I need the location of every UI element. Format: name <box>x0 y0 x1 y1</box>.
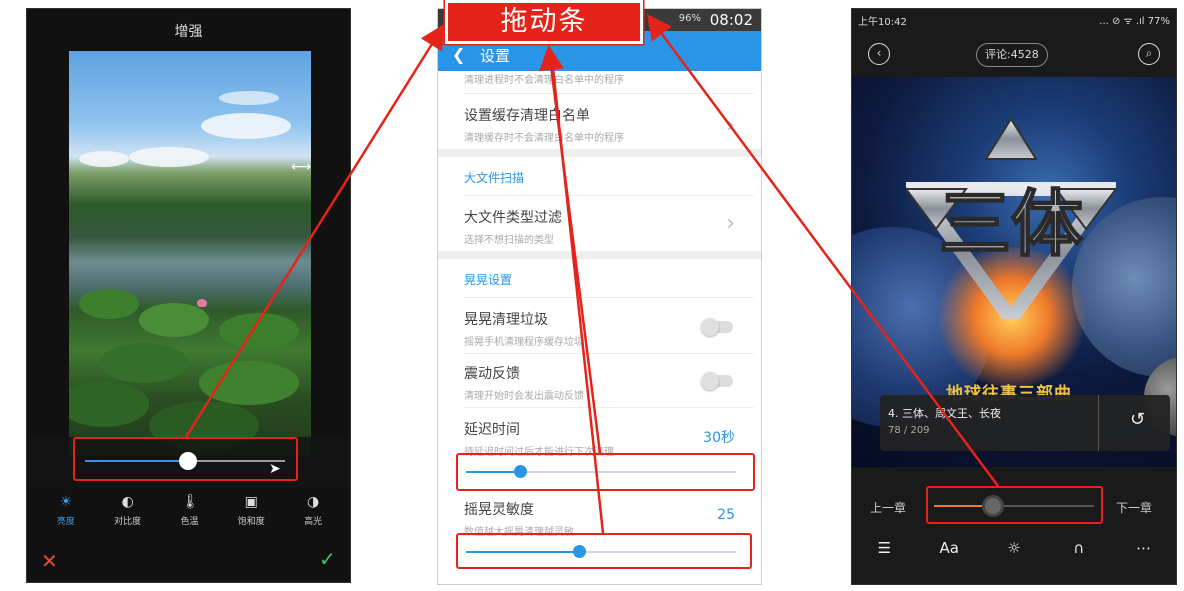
lotus-flower <box>197 299 207 307</box>
list-icon[interactable]: ☰ <box>869 539 899 557</box>
highlight-box-enhance-slider <box>73 437 298 481</box>
highlight-box-sensitivity-slider <box>456 533 752 569</box>
reader-status-icons: ... ⊘ ᯤ .ıl 77% <box>1099 16 1170 27</box>
highlight-box-reader-slider <box>926 486 1103 524</box>
settings-row-cache-whitelist[interactable]: 设置缓存清理白名单 清理缓存时不会清理白名单中的程序 <box>464 105 754 144</box>
photo-enhance-screen: 增强 ⟷ ➤ ☀ 亮度 ◐ 对比度 🌡 色温 ▣ 饱和度 ◑ 高光 ✕ ✓ <box>26 8 351 583</box>
settings-title: 设置 <box>480 47 511 65</box>
comments-button[interactable]: 评论:4528 <box>976 43 1048 67</box>
highlight-box-delay-slider <box>456 453 755 491</box>
tool-label: 色温 <box>180 517 199 527</box>
chevron-right-icon: › <box>726 211 735 236</box>
tool-label: 对比度 <box>114 517 142 527</box>
enhance-toolbar: ☀ 亮度 ◐ 对比度 🌡 色温 ▣ 饱和度 ◑ 高光 <box>27 494 350 527</box>
chapter-position: 78 / 209 <box>888 425 930 436</box>
shake-clean-toggle[interactable] <box>701 318 733 336</box>
settings-row-filetype-filter[interactable]: 大文件类型过滤 选择不想扫描的类型 <box>464 207 754 246</box>
delay-value: 30秒 <box>703 430 735 446</box>
undo-icon[interactable]: ↺ <box>1130 409 1145 430</box>
reader-progress-panel <box>852 467 1176 584</box>
comparison-canvas: 增强 ⟷ ➤ ☀ 亮度 ◐ 对比度 🌡 色温 ▣ 饱和度 ◑ 高光 ✕ ✓ 96… <box>0 0 1184 591</box>
row-subtitle: 选择不想扫描的类型 <box>464 235 554 246</box>
tool-temperature[interactable]: 🌡 色温 <box>163 494 215 527</box>
row-title: 大文件类型过滤 <box>464 210 562 226</box>
photo-preview <box>69 51 311 456</box>
tool-contrast[interactable]: ◐ 对比度 <box>102 494 154 527</box>
battery-level: 96% <box>678 13 701 24</box>
tool-label: 高光 <box>304 517 323 527</box>
chapter-info-card: 4. 三体、周文王、长夜 78 / 209 ↺ <box>880 395 1170 451</box>
back-arrow-icon[interactable]: ❮ <box>452 45 465 64</box>
cancel-icon[interactable]: ✕ <box>41 549 58 573</box>
search-icon[interactable]: ⌕ <box>1138 43 1160 65</box>
brightness-icon[interactable]: ☼ <box>999 539 1029 557</box>
sensitivity-value: 25 <box>717 507 735 523</box>
section-large-files: 大文件扫描 <box>464 171 525 185</box>
resize-cursor-icon: ⟷ <box>291 159 312 175</box>
font-size-icon[interactable]: Aa <box>934 539 964 557</box>
highlight-icon: ◑ <box>306 494 320 510</box>
thermometer-icon: 🌡 <box>181 494 200 510</box>
tool-brightness[interactable]: ☀ 亮度 <box>40 494 92 527</box>
contrast-icon: ◐ <box>121 494 134 510</box>
settings-screen: 96% 08:02 ❮ 设置 清理进程时不会清理白名单中的程序 设置缓存清理白名… <box>437 8 762 585</box>
chevron-right-icon: › <box>726 113 735 138</box>
prev-chapter-button[interactable]: 上一章 <box>870 499 906 516</box>
confirm-icon[interactable]: ✓ <box>319 547 336 571</box>
more-icon[interactable]: ⋯ <box>1129 539 1159 557</box>
reader-status-time: 上午10:42 <box>858 17 907 28</box>
row-subtitle: 清理缓存时不会清理白名单中的程序 <box>464 133 624 144</box>
reader-bottom-bar: ☰ Aa ☼ ∩ ⋯ <box>852 539 1176 557</box>
vibrate-toggle[interactable] <box>701 372 733 390</box>
sun-icon: ☀ <box>59 494 73 510</box>
reader-topbar: ‹ 评论:4528 ⌕ <box>852 31 1176 75</box>
tool-saturation[interactable]: ▣ 饱和度 <box>225 494 277 527</box>
headphones-icon[interactable]: ∩ <box>1064 539 1094 557</box>
section-shake: 晃晃设置 <box>464 273 513 287</box>
chapter-title: 4. 三体、周文王、长夜 <box>888 407 1001 420</box>
status-time: 08:02 <box>709 11 753 29</box>
tool-label: 饱和度 <box>237 517 265 527</box>
santi-logo: 三体 <box>906 119 1116 319</box>
next-chapter-button[interactable]: 下一章 <box>1116 499 1152 516</box>
tool-label: 亮度 <box>56 517 75 527</box>
drag-bar-callout: 拖动条 <box>445 0 643 44</box>
row-title: 设置缓存清理白名单 <box>464 108 590 124</box>
tool-highlight[interactable]: ◑ 高光 <box>287 494 339 527</box>
row-title: 摇晃灵敏度 <box>464 502 534 518</box>
enhance-title: 增强 <box>174 24 203 40</box>
saturation-icon: ▣ <box>244 494 258 510</box>
process-whitelist-hint: 清理进程时不会清理白名单中的程序 <box>464 75 624 86</box>
back-icon[interactable]: ‹ <box>868 43 890 65</box>
logo-text: 三体 <box>939 182 1083 266</box>
